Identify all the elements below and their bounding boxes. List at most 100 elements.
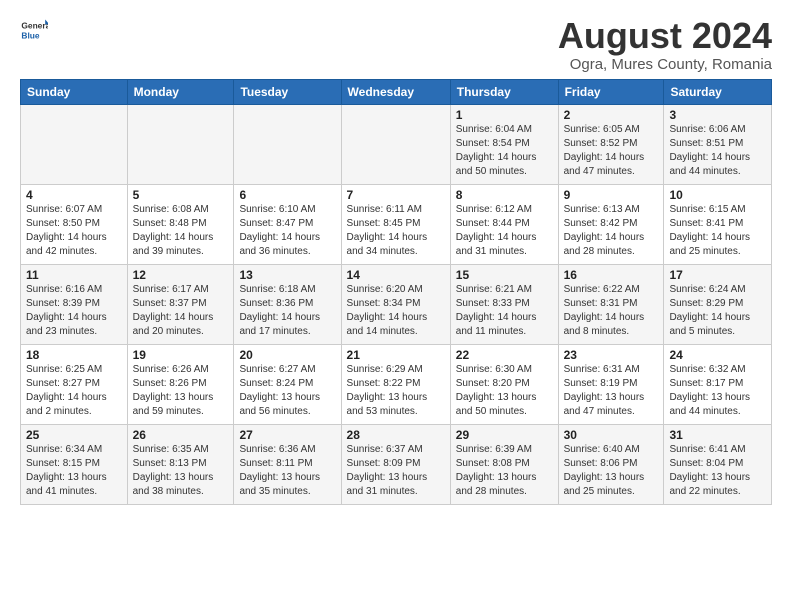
day-info: Sunrise: 6:06 AM Sunset: 8:51 PM Daylight:… (669, 123, 766, 179)
day-number: 29 (456, 428, 553, 442)
daylight-label: Daylight: 13 hours and 44 minutes. (669, 392, 750, 417)
sunset-label: Sunset: 8:29 PM (669, 298, 743, 309)
sunrise-label: Sunrise: 6:37 AM (347, 444, 423, 455)
table-row: 29Sunrise: 6:39 AMSunset: 8:08 PMDayligh… (450, 424, 558, 504)
sunset-label: Sunset: 8:42 PM (564, 218, 638, 229)
daylight-label: Daylight: 14 hours and 39 minutes. (133, 232, 214, 257)
sunset-label: Sunset: 8:31 PM (564, 298, 638, 309)
sunset-label: Sunset: 8:44 PM (456, 218, 530, 229)
sunrise-label: Sunrise: 6:06 AM (669, 124, 745, 135)
daylight-label: Daylight: 13 hours and 53 minutes. (347, 392, 428, 417)
day-number: 28 (347, 428, 445, 442)
svg-text:Blue: Blue (21, 30, 39, 40)
day-number: 22 (456, 348, 553, 362)
sunset-label: Sunset: 8:09 PM (347, 458, 421, 469)
header-saturday: Saturday (664, 79, 772, 104)
daylight-label: Daylight: 14 hours and 5 minutes. (669, 312, 750, 337)
sunrise-label: Sunrise: 6:12 AM (456, 204, 532, 215)
sunrise-label: Sunrise: 6:25 AM (26, 364, 102, 375)
daylight-label: Daylight: 14 hours and 44 minutes. (669, 152, 750, 177)
day-number: 31 (669, 428, 766, 442)
day-info: Sunrise: 6:08 AMSunset: 8:48 PMDaylight:… (133, 203, 229, 259)
table-row: 13Sunrise: 6:18 AMSunset: 8:36 PMDayligh… (234, 264, 341, 344)
month-year-title: August 2024 (558, 16, 772, 56)
day-info: Sunrise: 6:07 AMSunset: 8:50 PMDaylight:… (26, 203, 122, 259)
daylight-label: Daylight: 13 hours and 41 minutes. (26, 472, 107, 497)
day-number: 27 (239, 428, 335, 442)
sunset-label: Sunset: 8:54 PM (456, 138, 530, 149)
table-row: 5Sunrise: 6:08 AMSunset: 8:48 PMDaylight… (127, 184, 234, 264)
table-row: 8Sunrise: 6:12 AMSunset: 8:44 PMDaylight… (450, 184, 558, 264)
day-info: Sunrise: 6:41 AMSunset: 8:04 PMDaylight:… (669, 443, 766, 499)
logo-icon: GeneralBlue (20, 16, 48, 44)
daylight-label: Daylight: 14 hours and 25 minutes. (669, 232, 750, 257)
day-info: Sunrise: 6:39 AMSunset: 8:08 PMDaylight:… (456, 443, 553, 499)
day-number: 18 (26, 348, 122, 362)
sunrise-label: Sunrise: 6:15 AM (669, 204, 745, 215)
table-row: 12Sunrise: 6:17 AMSunset: 8:37 PMDayligh… (127, 264, 234, 344)
day-number: 24 (669, 348, 766, 362)
sunset-label: Sunset: 8:41 PM (669, 218, 743, 229)
daylight-label: Daylight: 14 hours and 2 minutes. (26, 392, 107, 417)
sunset-label: Sunset: 8:20 PM (456, 378, 530, 389)
table-row: 17Sunrise: 6:24 AMSunset: 8:29 PMDayligh… (664, 264, 772, 344)
daylight-label: Daylight: 13 hours and 56 minutes. (239, 392, 320, 417)
daylight-label: Daylight: 13 hours and 50 minutes. (456, 392, 537, 417)
table-row: 20 Sunrise: 6:27 AM Sunset: 8:24 PM Dayligh… (234, 344, 341, 424)
sunrise-label: Sunrise: 6:10 AM (239, 204, 315, 215)
header-sunday: Sunday (21, 79, 128, 104)
daylight-label: Daylight: 14 hours and 28 minutes. (564, 232, 645, 257)
sunrise-label: Sunrise: 6:41 AM (669, 444, 745, 455)
day-number: 12 (133, 268, 229, 282)
daylight-label: Daylight: 14 hours and 47 minutes. (564, 152, 645, 177)
sunrise-label: Sunrise: 6:17 AM (133, 284, 209, 295)
sunrise-label: Sunrise: 6:20 AM (347, 284, 423, 295)
daylight-label: Daylight: 14 hours and 14 minutes. (347, 312, 428, 337)
calendar-table: Sunday Monday Tuesday Wednesday Thursday… (20, 79, 772, 505)
table-row: 31Sunrise: 6:41 AMSunset: 8:04 PMDayligh… (664, 424, 772, 504)
table-row: 28Sunrise: 6:37 AMSunset: 8:09 PMDayligh… (341, 424, 450, 504)
calendar-header-row: Sunday Monday Tuesday Wednesday Thursday… (21, 79, 772, 104)
table-row: 30Sunrise: 6:40 AMSunset: 8:06 PMDayligh… (558, 424, 664, 504)
day-number: 23 (564, 348, 659, 362)
sunset-label: Sunset: 8:51 PM (669, 138, 743, 149)
sunset-label: Sunset: 8:34 PM (347, 298, 421, 309)
sunrise-label: Sunrise: 6:27 AM (239, 364, 315, 375)
day-number: 14 (347, 268, 445, 282)
sunrise-label: Sunrise: 6:21 AM (456, 284, 532, 295)
calendar-week-row: 1Sunrise: 6:04 AMSunset: 8:54 PMDaylight… (21, 104, 772, 184)
header-friday: Friday (558, 79, 664, 104)
day-info: Sunrise: 6:20 AM Sunset: 8:34 PM Daylight:… (347, 283, 445, 339)
sunrise-label: Sunrise: 6:32 AM (669, 364, 745, 375)
sunrise-label: Sunrise: 6:31 AM (564, 364, 640, 375)
table-row: 26Sunrise: 6:35 AMSunset: 8:13 PMDayligh… (127, 424, 234, 504)
sunset-label: Sunset: 8:47 PM (239, 218, 313, 229)
sunrise-label: Sunrise: 6:07 AM (26, 204, 102, 215)
calendar-week-row: 18Sunrise: 6:25 AMSunset: 8:27 PMDayligh… (21, 344, 772, 424)
daylight-label: Daylight: 14 hours and 31 minutes. (456, 232, 537, 257)
day-info: Sunrise: 6:17 AMSunset: 8:37 PMDaylight:… (133, 283, 229, 339)
sunset-label: Sunset: 8:24 PM (239, 378, 313, 389)
sunset-label: Sunset: 8:39 PM (26, 298, 100, 309)
logo: GeneralBlue (20, 16, 48, 44)
sunrise-label: Sunrise: 6:34 AM (26, 444, 102, 455)
table-row: 14 Sunrise: 6:20 AM Sunset: 8:34 PM Dayligh… (341, 264, 450, 344)
day-info: Sunrise: 6:24 AMSunset: 8:29 PMDaylight:… (669, 283, 766, 339)
day-number: 30 (564, 428, 659, 442)
day-info: Sunrise: 6:26 AMSunset: 8:26 PMDaylight:… (133, 363, 229, 419)
day-info: Sunrise: 6:30 AMSunset: 8:20 PMDaylight:… (456, 363, 553, 419)
day-number: 20 (239, 348, 335, 362)
table-row: 25Sunrise: 6:34 AMSunset: 8:15 PMDayligh… (21, 424, 128, 504)
table-row: 15Sunrise: 6:21 AMSunset: 8:33 PMDayligh… (450, 264, 558, 344)
daylight-label: Daylight: 13 hours and 59 minutes. (133, 392, 214, 417)
sunset-label: Sunset: 8:45 PM (347, 218, 421, 229)
day-info: Sunrise: 6:34 AMSunset: 8:15 PMDaylight:… (26, 443, 122, 499)
daylight-label: Daylight: 13 hours and 25 minutes. (564, 472, 645, 497)
sunrise-label: Sunrise: 6:39 AM (456, 444, 532, 455)
daylight-label: Daylight: 14 hours and 17 minutes. (239, 312, 320, 337)
sunset-label: Sunset: 8:08 PM (456, 458, 530, 469)
day-info: Sunrise: 6:10 AMSunset: 8:47 PMDaylight:… (239, 203, 335, 259)
day-number: 15 (456, 268, 553, 282)
day-number: 11 (26, 268, 122, 282)
day-info: Sunrise: 6:22 AMSunset: 8:31 PMDaylight:… (564, 283, 659, 339)
